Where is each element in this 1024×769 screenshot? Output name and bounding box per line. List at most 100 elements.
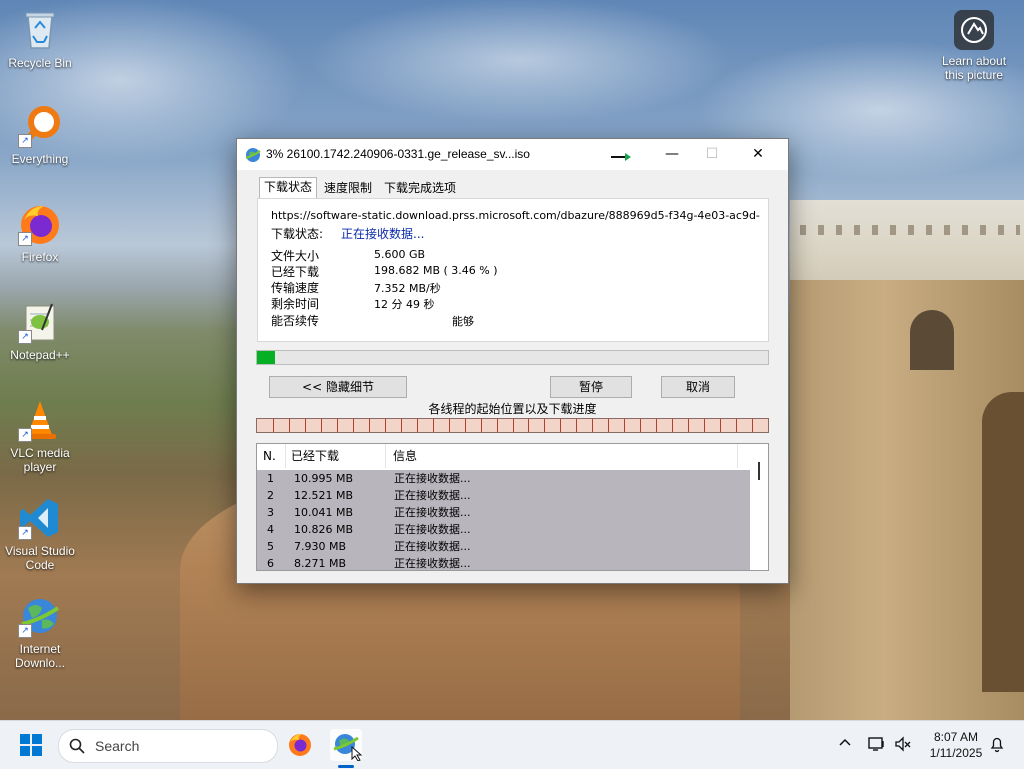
thread-segment-divider [672, 419, 673, 432]
desktop-icon-vscode[interactable]: ↗ Visual Studio Code [0, 496, 80, 572]
thread-number: 1 [267, 472, 274, 485]
wallpaper-town [790, 200, 1024, 285]
thread-downloaded: 12.521 MB [294, 489, 354, 502]
thread-segment-divider [449, 419, 450, 432]
desktop-icon-vlc[interactable]: ↗ VLC media player [0, 398, 80, 474]
column-header-number[interactable]: N. [263, 444, 286, 468]
downloaded-value: 198.682 MB ( 3.46 % ) [374, 264, 498, 277]
table-row[interactable]: 2 12.521 MB 正在接收数据... [257, 487, 750, 504]
shortcut-arrow-icon: ↗ [18, 624, 32, 638]
table-row[interactable]: 6 8.271 MB 正在接收数据... [257, 555, 750, 570]
desktop-icon-learn-about-picture[interactable]: Learn about this picture [934, 10, 1014, 82]
thread-number: 5 [267, 540, 274, 553]
start-button[interactable] [20, 734, 42, 756]
column-header-info[interactable]: 信息 [393, 444, 738, 468]
desktop-icon-notepad-plus-plus[interactable]: ↗ Notepad++ [0, 300, 80, 362]
status-label: 下载状态: [271, 227, 324, 241]
hide-details-button[interactable]: << 隐藏细节 [269, 376, 407, 398]
column-header-downloaded[interactable]: 已经下载 [291, 444, 386, 468]
desktop-icon-label: Recycle Bin [8, 56, 72, 70]
table-scrollbar[interactable] [751, 444, 768, 570]
window-titlebar[interactable]: 3% 26100.1742.240906-0331.ge_release_sv.… [237, 139, 788, 170]
desktop-icon-internet-download-manager[interactable]: ↗ Internet Downlo... [0, 594, 80, 670]
desktop-icon-recycle-bin[interactable]: Recycle Bin [0, 8, 80, 70]
desktop-icon-everything[interactable]: ↗ Everything [0, 104, 80, 166]
wallpaper-bridge-arch-large [982, 392, 1024, 692]
thread-segment-divider [752, 419, 753, 432]
status-value: 正在接收数据... [341, 227, 425, 241]
shortcut-arrow-icon: ↗ [18, 526, 32, 540]
pause-button[interactable]: 暂停 [550, 376, 632, 398]
thread-segment-divider [321, 419, 322, 432]
desktop-icon-label: Learn about this picture [941, 54, 1007, 82]
shortcut-arrow-icon: ↗ [18, 428, 32, 442]
clock-time: 8:07 AM [933, 730, 979, 744]
search-placeholder: Search [95, 738, 140, 754]
thread-segment-divider [640, 419, 641, 432]
taskbar-search[interactable]: Search [58, 729, 278, 763]
search-icon [69, 738, 85, 754]
thread-segment-divider [305, 419, 306, 432]
thread-segment-divider [544, 419, 545, 432]
table-row[interactable]: 3 10.041 MB 正在接收数据... [257, 504, 750, 521]
network-icon[interactable] [868, 735, 886, 756]
transfer-rate-value: 7.352 MB/秒 [374, 282, 441, 295]
idm-globe-icon: ↗ [18, 594, 62, 638]
thread-segment-divider [720, 419, 721, 432]
shortcut-arrow-icon: ↗ [18, 232, 32, 246]
wallpaper-town-windows [800, 225, 1020, 235]
table-row[interactable]: 4 10.826 MB 正在接收数据... [257, 521, 750, 538]
thread-segment-divider [736, 419, 737, 432]
volume-muted-icon[interactable] [894, 735, 912, 756]
thread-info: 正在接收数据... [394, 557, 471, 570]
desktop-icon-label: Everything [11, 152, 69, 166]
file-size-label: 文件大小 [271, 249, 320, 263]
download-arrow-icon [611, 151, 633, 161]
thread-downloaded: 8.271 MB [294, 557, 347, 570]
notification-bell-icon[interactable] [988, 735, 1006, 756]
taskbar-idm-button[interactable] [330, 729, 363, 762]
resume-capability-label: 能否续传 [271, 314, 320, 328]
chevron-up-icon[interactable] [838, 735, 852, 752]
thread-segment-divider [465, 419, 466, 432]
shortcut-arrow-icon: ↗ [18, 330, 32, 344]
table-row[interactable]: 5 7.930 MB 正在接收数据... [257, 538, 750, 555]
cancel-button[interactable]: 取消 [661, 376, 735, 398]
thread-number: 4 [267, 523, 274, 536]
close-button[interactable]: ✕ [735, 139, 781, 170]
taskbar-clock[interactable]: 8:07 AM 1/11/2025 [917, 729, 995, 761]
thread-downloaded: 7.930 MB [294, 540, 347, 553]
time-left-label: 剩余时间 [271, 297, 320, 311]
idm-icon [333, 734, 363, 762]
desktop-icon-label: Visual Studio Code [5, 544, 75, 572]
firefox-icon [289, 734, 311, 756]
thread-segment-divider [513, 419, 514, 432]
desktop-icon-label: Internet Downlo... [14, 642, 66, 670]
thread-segment-divider [497, 419, 498, 432]
resume-capability-value: 能够 [452, 315, 474, 328]
download-progress-fill [257, 351, 275, 364]
thread-segment-divider [273, 419, 274, 432]
spotlight-icon [954, 10, 994, 50]
thread-segment-divider [337, 419, 338, 432]
desktop-icon-label: Notepad++ [10, 348, 70, 362]
thread-segment-divider [624, 419, 625, 432]
tab-on-complete-options[interactable]: 下载完成选项 [380, 179, 460, 198]
thread-segment-divider [353, 419, 354, 432]
maximize-button[interactable]: ☐ [689, 139, 735, 170]
download-status-panel: https://software-static.download.prss.mi… [257, 198, 769, 342]
thread-segment-divider [433, 419, 434, 432]
desktop-icon-firefox[interactable]: ↗ Firefox [0, 202, 80, 264]
wallpaper-bridge-arch [910, 310, 954, 370]
download-url: https://software-static.download.prss.mi… [271, 209, 761, 222]
thread-number: 3 [267, 506, 274, 519]
tab-download-status[interactable]: 下载状态 [259, 177, 318, 199]
scrollbar-thumb[interactable] [758, 462, 760, 480]
transfer-rate-label: 传输速度 [271, 281, 320, 295]
thread-segment-divider [704, 419, 705, 432]
window-title: 3% 26100.1742.240906-0331.ge_release_sv.… [266, 147, 530, 161]
taskbar-firefox-button[interactable] [284, 729, 316, 761]
tab-speed-limit[interactable]: 速度限制 [320, 179, 376, 198]
thread-number: 2 [267, 489, 274, 502]
table-row[interactable]: 1 10.995 MB 正在接收数据... [257, 470, 750, 487]
